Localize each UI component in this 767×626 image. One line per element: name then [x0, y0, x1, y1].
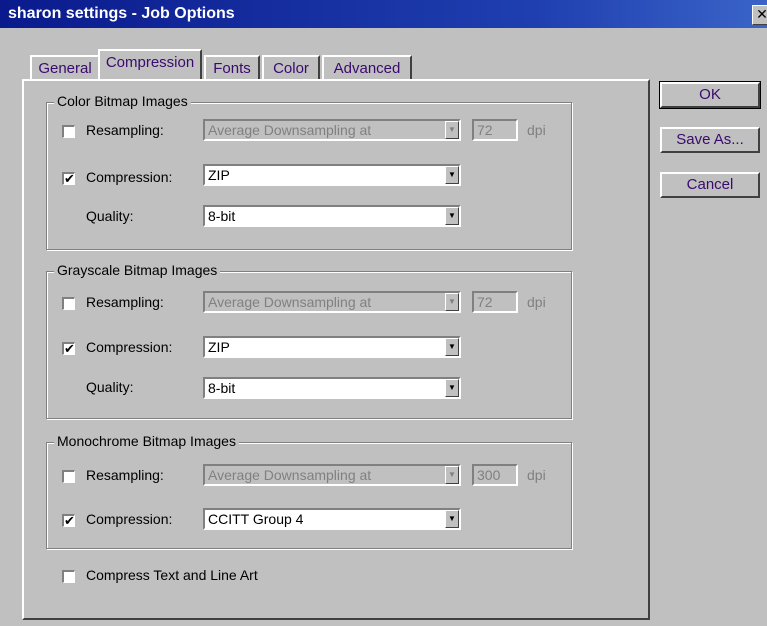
gray-compression-label: Compression: — [86, 339, 173, 355]
compress-text-checkbox[interactable] — [62, 570, 75, 583]
mono-dpi-input[interactable]: 300 — [472, 464, 518, 486]
chevron-down-icon: ▼ — [445, 293, 459, 311]
tab-general[interactable]: General — [30, 55, 100, 79]
color-group-title: Color Bitmap Images — [54, 93, 191, 109]
cancel-button[interactable]: Cancel — [660, 172, 760, 198]
gray-quality-label: Quality: — [86, 379, 134, 395]
mono-resampling-checkbox[interactable] — [62, 470, 75, 483]
gray-quality-value: 8-bit — [208, 380, 236, 396]
mono-resampling-label: Resampling: — [86, 467, 164, 483]
mono-compression-checkbox[interactable]: ✔ — [62, 514, 75, 527]
tab-compression-label: Compression — [105, 54, 195, 71]
color-resampling-checkbox[interactable] — [62, 125, 75, 138]
tab-advanced[interactable]: Advanced — [322, 55, 412, 79]
ok-button[interactable]: OK — [659, 81, 761, 109]
gray-resampling-checkbox[interactable] — [62, 297, 75, 310]
color-compression-select[interactable]: ZIP ▼ — [203, 164, 461, 186]
color-resampling-select[interactable]: Average Downsampling at ▼ — [203, 119, 461, 141]
chevron-down-icon: ▼ — [445, 510, 459, 528]
gray-compression-checkbox[interactable]: ✔ — [62, 342, 75, 355]
color-dpi-unit: dpi — [527, 122, 546, 138]
mono-group-title: Monochrome Bitmap Images — [54, 433, 239, 449]
mono-resampling-select[interactable]: Average Downsampling at ▼ — [203, 464, 461, 486]
mono-resampling-value: Average Downsampling at — [208, 467, 372, 483]
tab-color[interactable]: Color — [262, 55, 320, 79]
tab-advanced-label: Advanced — [333, 60, 401, 77]
color-compression-label: Compression: — [86, 169, 173, 185]
tab-compression[interactable]: Compression — [98, 49, 202, 79]
color-compression-value: ZIP — [208, 167, 230, 183]
title-bar[interactable]: sharon settings - Job Options — [0, 0, 767, 28]
gray-resampling-value: Average Downsampling at — [208, 294, 372, 310]
color-quality-label: Quality: — [86, 208, 134, 224]
gray-compression-value: ZIP — [208, 339, 230, 355]
chevron-down-icon: ▼ — [445, 466, 459, 484]
compress-text-label: Compress Text and Line Art — [86, 567, 258, 583]
check-icon: ✔ — [64, 341, 75, 356]
chevron-down-icon: ▼ — [445, 121, 459, 139]
color-dpi-input[interactable]: 72 — [472, 119, 518, 141]
tab-color-label: Color — [273, 60, 309, 77]
mono-compression-value: CCITT Group 4 — [208, 511, 304, 527]
gray-resampling-label: Resampling: — [86, 294, 164, 310]
gray-compression-select[interactable]: ZIP ▼ — [203, 336, 461, 358]
color-compression-checkbox[interactable]: ✔ — [62, 172, 75, 185]
mono-dpi-unit: dpi — [527, 467, 546, 483]
save-as-button[interactable]: Save As... — [660, 127, 760, 153]
tab-fonts-label: Fonts — [213, 60, 251, 77]
color-resampling-label: Resampling: — [86, 122, 164, 138]
tab-general-label: General — [38, 60, 92, 77]
color-quality-value: 8-bit — [208, 208, 236, 224]
chevron-down-icon: ▼ — [445, 338, 459, 356]
color-resampling-value: Average Downsampling at — [208, 122, 372, 138]
gray-group-title: Grayscale Bitmap Images — [54, 262, 221, 278]
mono-compression-label: Compression: — [86, 511, 173, 527]
gray-dpi-unit: dpi — [527, 294, 546, 310]
chevron-down-icon: ▼ — [445, 207, 459, 225]
color-quality-select[interactable]: 8-bit ▼ — [203, 205, 461, 227]
gray-dpi-input[interactable]: 72 — [472, 291, 518, 313]
gray-quality-select[interactable]: 8-bit ▼ — [203, 377, 461, 399]
close-icon: ✕ — [756, 6, 767, 22]
monochrome-bitmap-group — [46, 442, 572, 549]
chevron-down-icon: ▼ — [445, 379, 459, 397]
tab-fonts[interactable]: Fonts — [204, 55, 260, 79]
chevron-down-icon: ▼ — [445, 166, 459, 184]
mono-compression-select[interactable]: CCITT Group 4 ▼ — [203, 508, 461, 530]
window-title: sharon settings - Job Options — [8, 5, 235, 22]
gray-resampling-select[interactable]: Average Downsampling at ▼ — [203, 291, 461, 313]
close-button[interactable]: ✕ — [752, 5, 767, 25]
check-icon: ✔ — [64, 513, 75, 528]
check-icon: ✔ — [64, 171, 75, 186]
